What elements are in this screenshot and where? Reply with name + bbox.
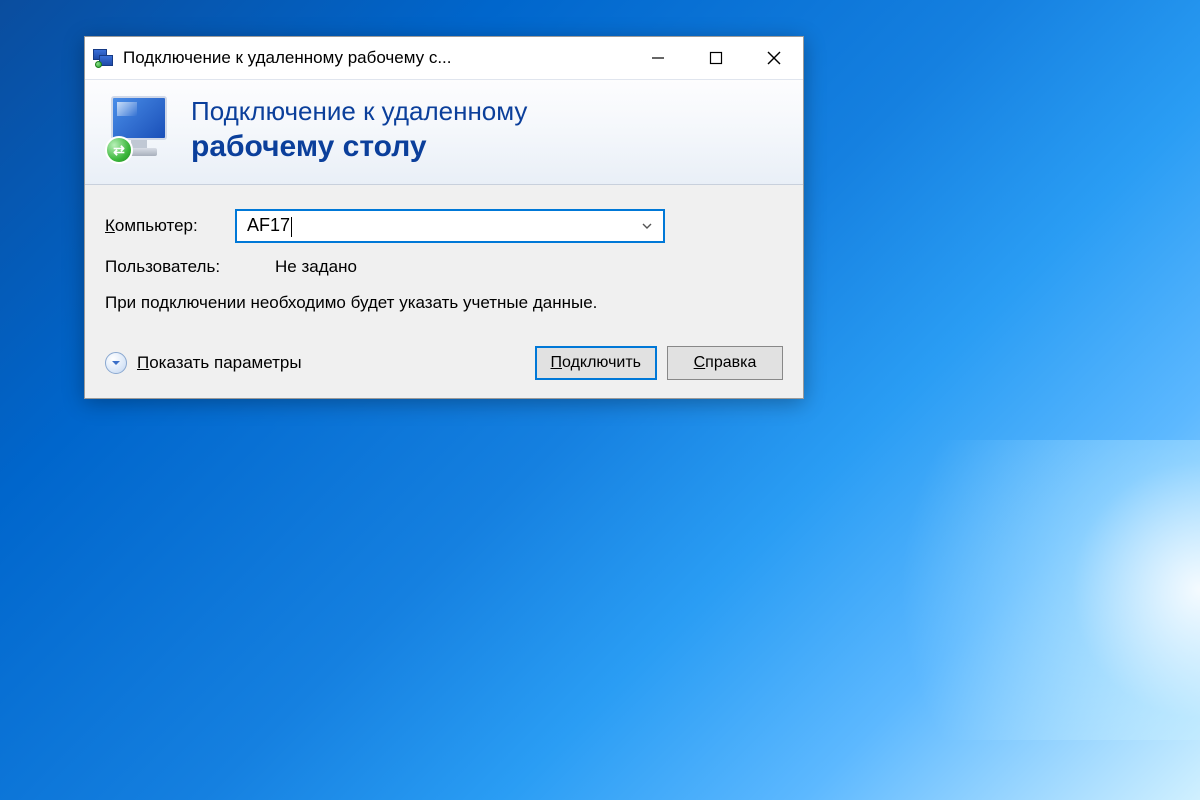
rdp-icon: ⇄ xyxy=(103,94,175,166)
user-label: Пользователь: xyxy=(105,257,235,277)
header-banner: ⇄ Подключение к удаленному рабочему стол… xyxy=(85,79,803,185)
header-text: Подключение к удаленному рабочему столу xyxy=(191,95,527,165)
user-value: Не задано xyxy=(275,257,357,277)
credentials-info: При подключении необходимо будет указать… xyxy=(105,291,625,316)
help-button[interactable]: Справка xyxy=(667,346,783,380)
close-button[interactable] xyxy=(745,37,803,79)
expand-options-icon[interactable] xyxy=(105,352,127,374)
titlebar[interactable]: Подключение к удаленному рабочему с... xyxy=(85,37,803,79)
header-line2: рабочему столу xyxy=(191,128,527,166)
computer-value[interactable]: AF17 xyxy=(247,215,637,236)
desktop-light-effect xyxy=(800,440,1200,740)
window-title: Подключение к удаленному рабочему с... xyxy=(123,48,629,68)
chevron-down-icon[interactable] xyxy=(637,216,657,237)
user-row: Пользователь: Не задано xyxy=(105,257,783,277)
window-controls xyxy=(629,37,803,79)
rdp-window: Подключение к удаленному рабочему с... ⇄… xyxy=(84,36,804,399)
maximize-button[interactable] xyxy=(687,37,745,79)
computer-combobox[interactable]: AF17 xyxy=(235,209,665,243)
body-area: Компьютер: AF17 Пользователь: Не задано … xyxy=(85,185,803,398)
connect-button[interactable]: Подключить xyxy=(535,346,657,380)
bottom-row: Показать параметры Подключить Справка xyxy=(105,346,783,380)
app-icon xyxy=(93,47,115,69)
header-line1: Подключение к удаленному xyxy=(191,95,527,128)
computer-label: Компьютер: xyxy=(105,216,235,236)
minimize-button[interactable] xyxy=(629,37,687,79)
computer-row: Компьютер: AF17 xyxy=(105,209,783,243)
show-options-link[interactable]: Показать параметры xyxy=(137,353,302,373)
